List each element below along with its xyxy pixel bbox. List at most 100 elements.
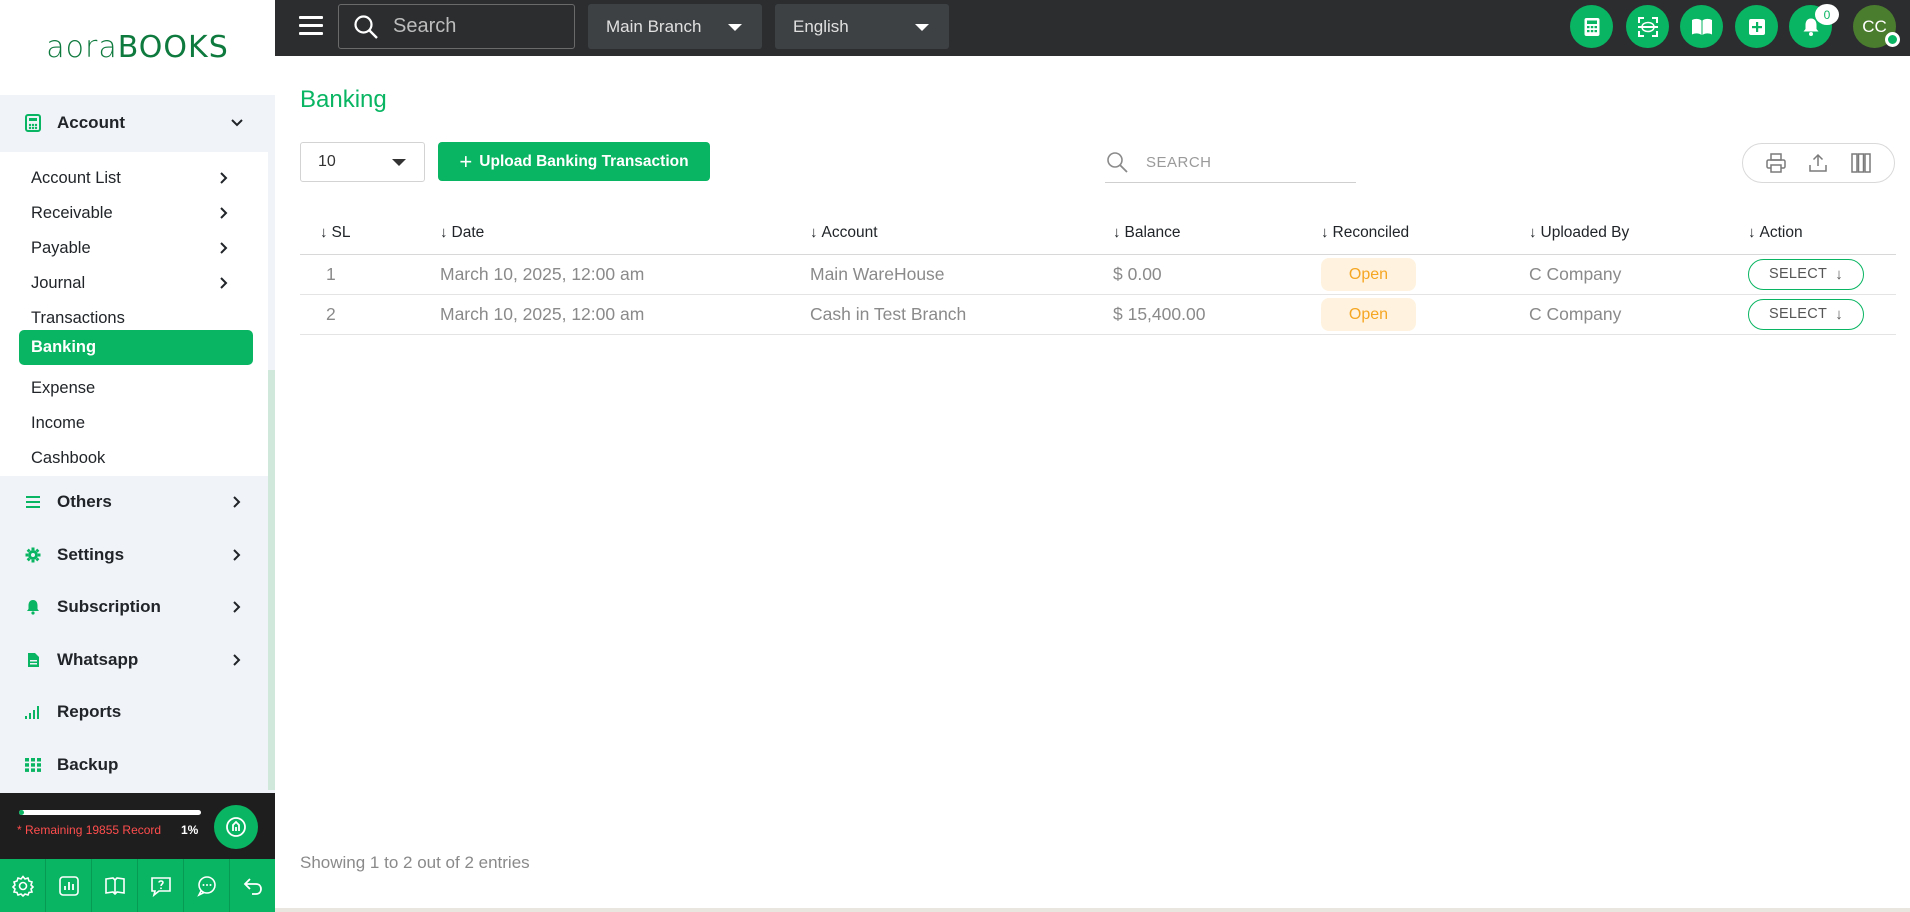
calculator-icon [1584, 17, 1599, 36]
search-icon [354, 14, 378, 39]
chevron-right-icon [228, 651, 246, 669]
global-search-input[interactable] [393, 15, 563, 38]
app-root: aoraBOOKS Account Account List Receivabl… [0, 0, 1910, 912]
brand-logo[interactable]: aoraBOOKS [46, 30, 228, 65]
sort-arrow-icon: ↓ [1529, 223, 1537, 241]
sidebar-section-others[interactable]: Others [0, 476, 268, 528]
cell-account: Cash in Test Branch [790, 294, 1093, 335]
sidebar-section-label: Subscription [57, 597, 161, 616]
sidebar-section-label: Others [57, 492, 112, 511]
footer-chat-button[interactable] [184, 859, 230, 912]
sidebar-item-journal[interactable]: Journal [19, 266, 253, 301]
select-button-label: SELECT [1768, 306, 1828, 322]
sidebar-item-label: Receivable [31, 204, 113, 222]
cell-uploaded-by: C Company [1509, 294, 1736, 335]
column-header-label: Uploaded By [1540, 223, 1630, 241]
language-select[interactable]: English [775, 4, 949, 49]
logo-part1: aora [46, 30, 118, 65]
column-header-balance[interactable]: ↓ Balance [1093, 212, 1301, 255]
cell-date: March 10, 2025, 12:00 am [420, 294, 790, 335]
upgrade-button[interactable] [214, 805, 258, 849]
sidebar-item-account-list[interactable]: Account List [19, 161, 253, 196]
language-select-value: English [793, 16, 849, 36]
sidebar-section-account[interactable]: Account [0, 97, 268, 149]
chevron-down-icon [228, 114, 246, 132]
logo-part2: BOOKS [117, 30, 229, 65]
column-header-uploaded-by[interactable]: ↓ Uploaded By [1509, 212, 1736, 255]
sidebar-section-backup[interactable]: Backup [0, 739, 268, 791]
column-header-action[interactable]: ↓ Action [1736, 212, 1896, 255]
column-header-date[interactable]: ↓ Date [420, 212, 790, 255]
footer-reports-button[interactable] [46, 859, 92, 912]
page-size-select[interactable]: 10 [300, 142, 425, 182]
bottom-divider [275, 908, 1910, 912]
column-header-sl[interactable]: ↓ SL [300, 212, 420, 255]
sidebar-item-cashbook[interactable]: Cashbook [19, 441, 253, 476]
column-header-label: Reconciled [1332, 223, 1410, 241]
table-tools-group [1742, 143, 1895, 183]
usage-progress-bar [19, 810, 201, 815]
scan-icon [1637, 16, 1658, 37]
export-button[interactable] [1805, 150, 1831, 176]
table-search-input[interactable] [1146, 153, 1346, 171]
sidebar-scrollbar[interactable] [268, 370, 275, 790]
topbar: Main Branch English 0 CC [275, 0, 1910, 56]
chevron-right-icon [228, 493, 246, 511]
table-search-box[interactable] [1105, 142, 1356, 183]
sidebar-section-label: Backup [57, 755, 119, 774]
sidebar-item-banking[interactable]: Banking [19, 330, 253, 365]
select-button-label: SELECT [1768, 266, 1828, 282]
global-search-box[interactable] [338, 4, 575, 49]
book-icon [104, 876, 125, 895]
caret-down-icon [392, 159, 406, 166]
scan-button[interactable] [1626, 5, 1669, 48]
help-icon [150, 876, 171, 897]
sidebar-section-reports[interactable]: Reports [0, 686, 268, 738]
user-avatar[interactable]: CC [1853, 5, 1900, 48]
sidebar-item-payable[interactable]: Payable [19, 231, 253, 266]
sidebar-item-expense[interactable]: Expense [19, 371, 253, 406]
sidebar: aoraBOOKS Account Account List Receivabl… [0, 0, 275, 912]
hamburger-menu-icon[interactable] [299, 16, 323, 38]
sidebar-item-income[interactable]: Income [19, 406, 253, 441]
chevron-right-icon [228, 598, 246, 616]
column-header-reconciled[interactable]: ↓ Reconciled [1301, 212, 1509, 255]
cell-account: Main WareHouse [790, 254, 1093, 295]
cell-reconciled: Open [1301, 254, 1509, 295]
sidebar-section-label: Account [57, 113, 125, 132]
upload-banking-transaction-button[interactable]: + Upload Banking Transaction [438, 142, 710, 181]
sidebar-item-label: Account List [31, 169, 121, 187]
quick-add-button[interactable] [1735, 5, 1778, 48]
calculator-button[interactable] [1570, 5, 1613, 48]
sidebar-section-whatsapp[interactable]: Whatsapp [0, 634, 268, 686]
branch-select[interactable]: Main Branch [588, 4, 762, 49]
table-row: 1 March 10, 2025, 12:00 am Main WareHous… [300, 254, 1896, 295]
cell-action: SELECT ↓ [1736, 254, 1896, 295]
printer-icon [1766, 153, 1786, 173]
column-header-account[interactable]: ↓ Account [790, 212, 1093, 255]
footer-icon-bar [0, 859, 275, 912]
sidebar-section-settings[interactable]: Settings [0, 529, 268, 581]
columns-button[interactable] [1848, 150, 1874, 176]
footer-back-button[interactable] [230, 859, 275, 912]
footer-guide-button[interactable] [92, 859, 138, 912]
footer-help-button[interactable] [138, 859, 184, 912]
sidebar-item-receivable[interactable]: Receivable [19, 196, 253, 231]
sort-arrow-icon: ↓ [1321, 223, 1329, 241]
sidebar-item-label: Income [31, 414, 86, 432]
row-select-button[interactable]: SELECT ↓ [1748, 298, 1864, 330]
sort-arrow-icon: ↓ [1748, 223, 1756, 241]
sort-arrow-icon: ↓ [810, 223, 818, 241]
sidebar-item-label: Payable [31, 239, 91, 257]
main-content: Banking 10 + Upload Banking Transaction [275, 56, 1910, 912]
sidebar-section-subscription[interactable]: Subscription [0, 581, 268, 633]
row-select-button[interactable]: SELECT ↓ [1748, 258, 1864, 290]
print-button[interactable] [1763, 150, 1789, 176]
guide-book-button[interactable] [1680, 5, 1723, 48]
undo-icon [243, 877, 262, 895]
caret-down-icon [728, 24, 742, 31]
cell-balance: $ 0.00 [1093, 254, 1301, 295]
footer-settings-button[interactable] [0, 859, 46, 912]
cell-sl: 2 [300, 294, 420, 335]
column-header-label: Action [1759, 223, 1803, 241]
